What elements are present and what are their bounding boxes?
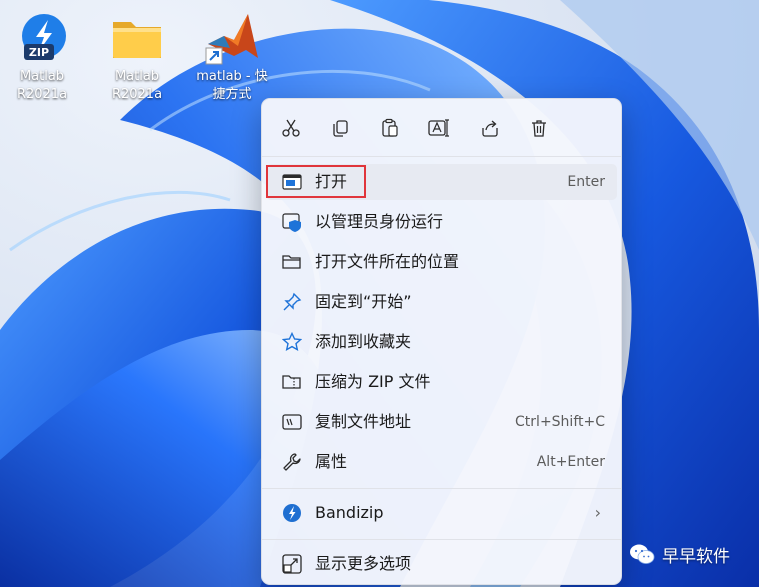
star-icon — [282, 332, 302, 351]
wechat-icon — [630, 544, 655, 564]
bandizip-zip-icon: ZIP — [14, 10, 70, 66]
share-icon — [482, 120, 498, 137]
paste-button[interactable] — [373, 112, 407, 144]
rename-icon — [428, 119, 449, 137]
menu-item-shortcut: Ctrl+Shift+C — [515, 414, 605, 430]
cut-button[interactable] — [274, 112, 308, 144]
menu-item-open[interactable]: 打开 Enter — [266, 164, 617, 200]
desktop-icon-matlab-shortcut[interactable]: matlab - 快捷方式 — [194, 10, 270, 104]
bandizip-icon — [283, 504, 301, 522]
folder-icon — [109, 10, 165, 66]
paste-icon — [382, 118, 398, 137]
rename-button[interactable] — [422, 112, 456, 144]
desktop-icon-matlab-folder[interactable]: Matlab R2021a — [99, 10, 175, 104]
menu-item-label: 压缩为 ZIP 文件 — [315, 372, 431, 391]
menu-item-label: 固定到“开始” — [315, 292, 412, 311]
menu-item-bandizip[interactable]: Bandizip › — [266, 495, 617, 531]
desktop-icon-label: Matlab R2021a — [111, 69, 163, 102]
context-menu-toolbar — [262, 99, 621, 157]
menu-item-label: 以管理员身份运行 — [315, 212, 444, 231]
menu-item-copy-path[interactable]: 复制文件地址 Ctrl+Shift+C — [266, 404, 617, 440]
desktop-icon-label: Matlab R2021a — [16, 69, 68, 102]
menu-item-open-file-location[interactable]: 打开文件所在的位置 — [266, 244, 617, 280]
menu-item-label: 添加到收藏夹 — [315, 332, 412, 351]
delete-button[interactable] — [522, 112, 556, 144]
menu-item-label: 复制文件地址 — [315, 412, 412, 431]
menu-item-shortcut: Alt+Enter — [536, 454, 605, 470]
wrench-icon — [283, 453, 301, 471]
admin-shield-icon — [282, 213, 301, 232]
menu-item-run-as-admin[interactable]: 以管理员身份运行 — [266, 204, 617, 240]
delete-icon — [532, 120, 546, 137]
menu-item-label: 显示更多选项 — [315, 554, 412, 573]
more-options-icon — [282, 554, 302, 574]
menu-item-compress-zip[interactable]: 压缩为 ZIP 文件 — [266, 364, 617, 400]
share-button[interactable] — [473, 112, 507, 144]
matlab-shortcut-icon — [204, 10, 260, 66]
watermark: 早早软件 — [629, 540, 730, 568]
separator — [262, 539, 621, 540]
chevron-right-icon: › — [594, 503, 601, 522]
menu-item-show-more-options[interactable]: 显示更多选项 — [266, 546, 617, 582]
svg-text:ZIP: ZIP — [29, 46, 49, 59]
folder-open-icon — [282, 255, 301, 269]
cut-icon — [282, 119, 300, 137]
copy-path-icon — [282, 414, 302, 430]
menu-item-shortcut: Enter — [567, 174, 605, 190]
separator — [262, 488, 621, 489]
menu-item-label: 打开 — [315, 172, 348, 191]
copy-button[interactable] — [323, 112, 357, 144]
pin-icon — [283, 292, 302, 311]
menu-item-label: Bandizip — [315, 503, 384, 522]
menu-item-properties[interactable]: 属性 Alt+Enter — [266, 444, 617, 480]
menu-item-pin-to-start[interactable]: 固定到“开始” — [266, 284, 617, 320]
watermark-text: 早早软件 — [662, 546, 730, 567]
zip-folder-icon — [282, 375, 301, 389]
menu-item-add-to-favorites[interactable]: 添加到收藏夹 — [266, 324, 617, 360]
context-menu: 打开 Enter 以管理员身份运行 打开文件所在的位置 固定到“开始” 添加到收… — [261, 98, 622, 585]
separator — [262, 156, 621, 157]
open-app-icon — [282, 174, 302, 190]
desktop-icon-label: matlab - 快捷方式 — [196, 69, 268, 102]
menu-item-label: 打开文件所在的位置 — [315, 252, 460, 271]
copy-icon — [333, 120, 348, 137]
desktop-icon-matlab-zip[interactable]: ZIP Matlab R2021a — [4, 10, 80, 104]
desktop: ZIP Matlab R2021a Matlab R2021a matlab -… — [0, 0, 759, 587]
menu-item-label: 属性 — [315, 452, 348, 471]
